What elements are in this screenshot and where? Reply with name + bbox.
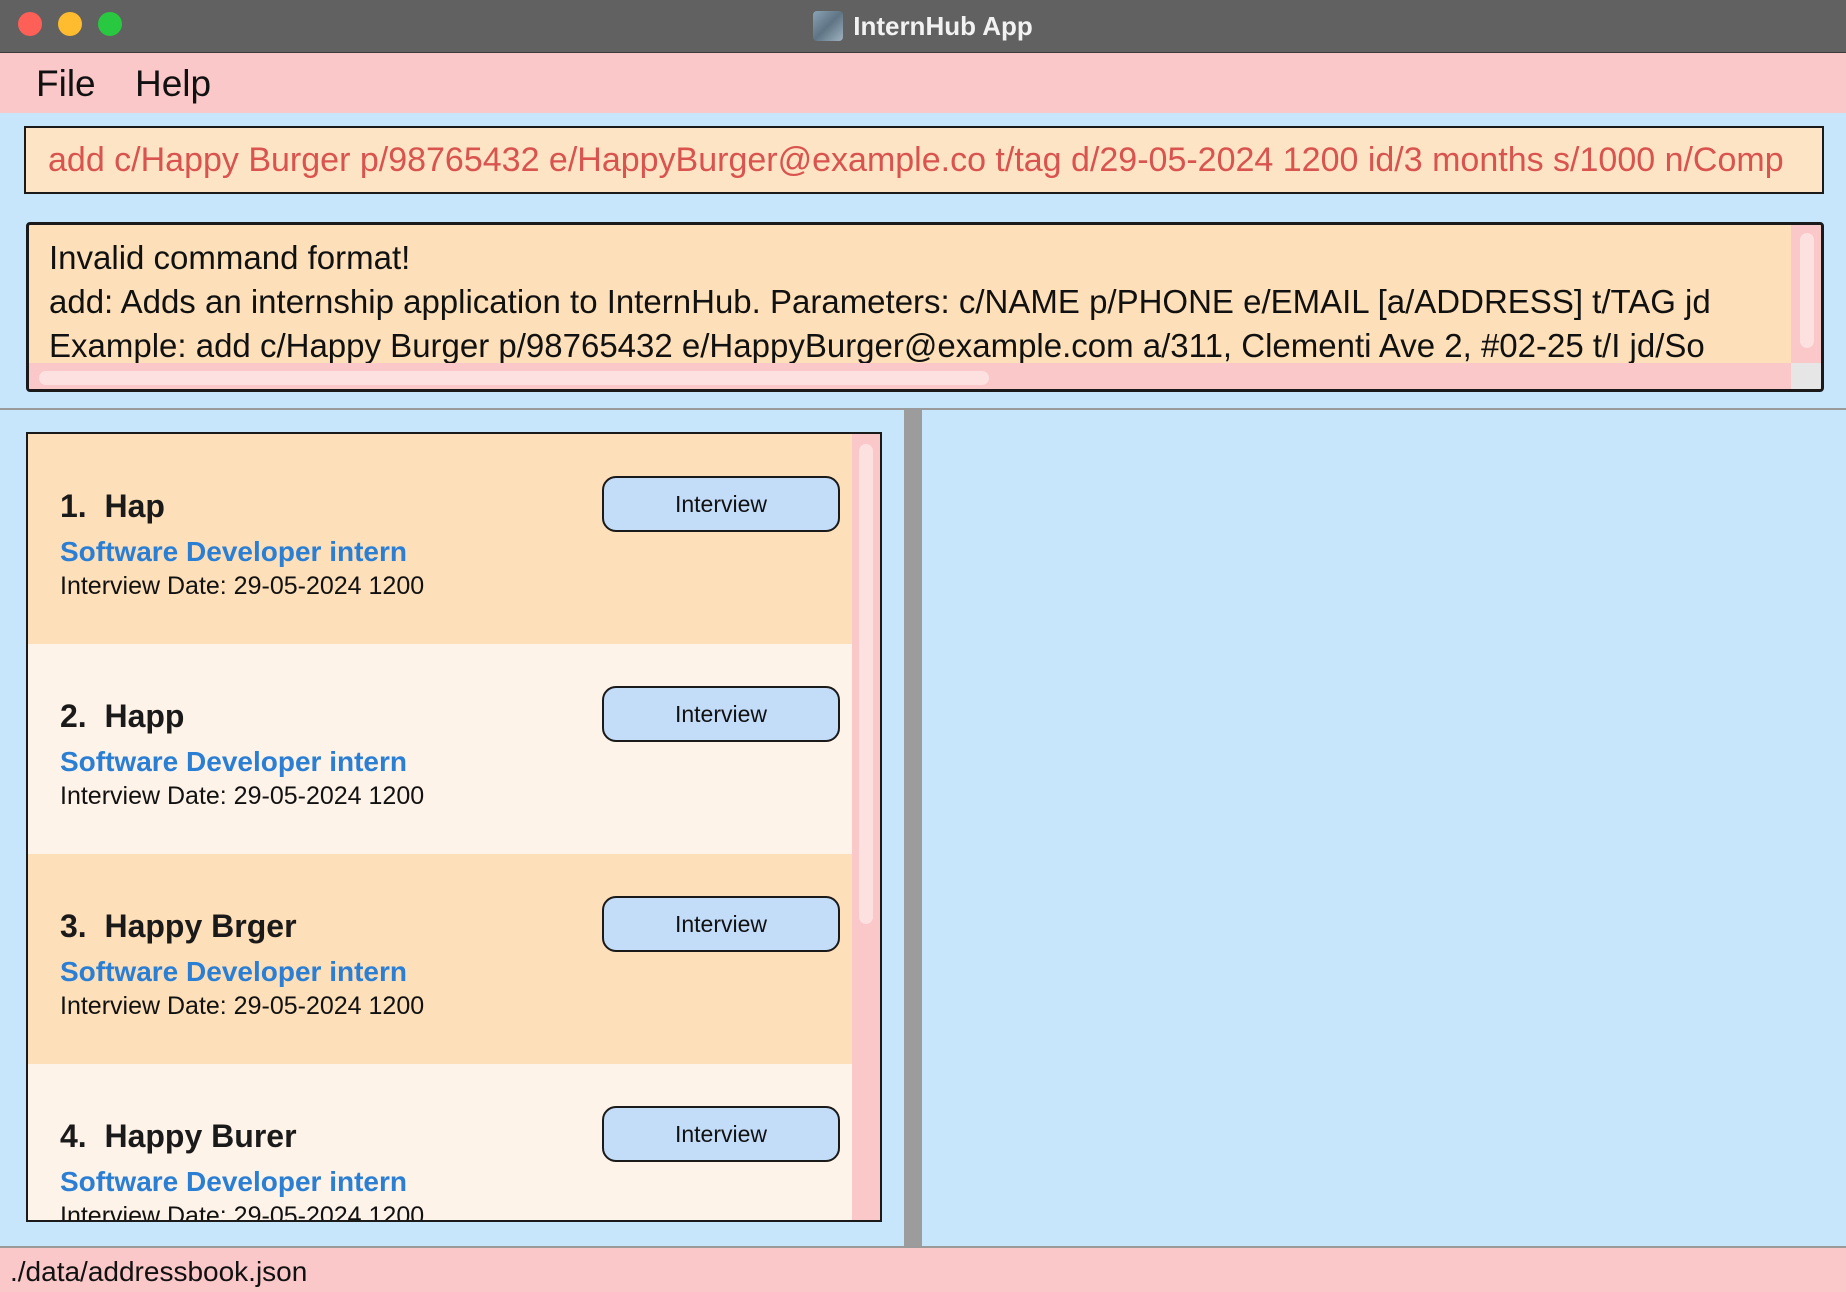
card-title: 2. Happ: [60, 698, 184, 735]
title-bar: InternHub App: [0, 0, 1846, 53]
app-icon: [813, 11, 844, 41]
result-line: add: Adds an internship application to I…: [49, 283, 1711, 320]
status-button[interactable]: Interview: [602, 686, 840, 742]
interview-date: Interview Date: 29-05-2024 1200: [60, 782, 425, 810]
role-label: Software Developer intern: [60, 536, 407, 567]
card-index: 4.: [60, 1118, 87, 1154]
card-title: 4. Happy Burer: [60, 1118, 297, 1155]
role-label: Software Developer intern: [60, 746, 407, 777]
company-name: Happy Brger: [104, 908, 297, 944]
role-label: Software Developer intern: [60, 956, 407, 987]
window-title: InternHub App: [853, 10, 1033, 41]
status-bar: ./data/addressbook.json: [0, 1246, 1846, 1292]
interview-date: Interview Date: 29-05-2024 1200: [60, 1202, 425, 1222]
role-label: Software Developer intern: [60, 1166, 407, 1197]
application-card[interactable]: 3. Happy Brger Software Developer intern…: [28, 854, 852, 1064]
result-line: Invalid command format!: [49, 239, 411, 276]
result-vertical-scrollbar[interactable]: [1791, 225, 1821, 365]
list-scroll-thumb[interactable]: [859, 444, 873, 924]
menu-help[interactable]: Help: [135, 63, 211, 105]
company-name: Hap: [104, 488, 165, 524]
status-button[interactable]: Interview: [602, 476, 840, 532]
company-name: Happy Burer: [104, 1118, 297, 1154]
card-index: 3.: [60, 908, 87, 944]
application-card[interactable]: 2. Happ Software Developer intern Interv…: [28, 644, 852, 854]
menu-file[interactable]: File: [36, 63, 96, 105]
application-card[interactable]: 1. Hap Software Developer intern Intervi…: [28, 434, 852, 644]
save-location: ./data/addressbook.json: [10, 1256, 308, 1287]
result-horizontal-scrollbar[interactable]: [29, 363, 1794, 389]
result-line: Example: add c/Happy Burger p/98765432 e…: [49, 327, 1705, 364]
application-list: 1. Hap Software Developer intern Intervi…: [26, 432, 882, 1222]
command-input[interactable]: add c/Happy Burger p/98765432 e/HappyBur…: [48, 128, 1822, 192]
status-button[interactable]: Interview: [602, 1106, 840, 1162]
company-name: Happ: [104, 698, 185, 734]
list-vertical-scrollbar[interactable]: [852, 434, 880, 1220]
menu-bar: File Help: [0, 53, 1846, 113]
card-index: 2.: [60, 698, 87, 734]
card-title: 1. Hap: [60, 488, 165, 525]
result-vertical-scroll-thumb[interactable]: [1800, 233, 1814, 348]
split-pane-divider[interactable]: [904, 410, 922, 1246]
status-button[interactable]: Interview: [602, 896, 840, 952]
result-horizontal-scroll-thumb[interactable]: [39, 371, 989, 385]
scroll-corner: [1791, 363, 1821, 389]
application-card[interactable]: 4. Happy Burer Software Developer intern…: [28, 1064, 852, 1222]
card-title: 3. Happy Brger: [60, 908, 297, 945]
card-index: 1.: [60, 488, 87, 524]
command-box[interactable]: add c/Happy Burger p/98765432 e/HappyBur…: [24, 126, 1824, 194]
result-display: Invalid command format! add: Adds an int…: [26, 222, 1824, 392]
interview-date: Interview Date: 29-05-2024 1200: [60, 572, 425, 600]
interview-date: Interview Date: 29-05-2024 1200: [60, 992, 425, 1020]
divider: [0, 408, 1846, 410]
